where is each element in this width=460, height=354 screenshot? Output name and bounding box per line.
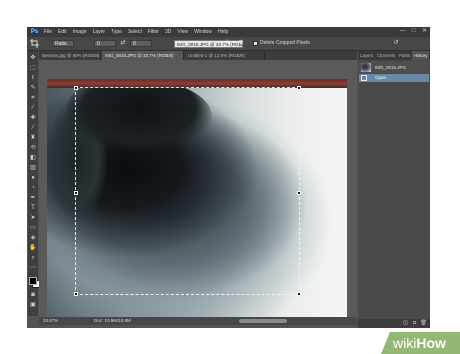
type-tool-icon[interactable]: T	[29, 204, 37, 212]
eraser-tool-icon[interactable]: ◧	[29, 154, 37, 162]
wikihow-logo-part1: wiki	[393, 335, 417, 351]
tab-untitled-1[interactable]: Untitled-1 @ 12.5% (RGB/8)	[185, 51, 265, 60]
more-tools-icon[interactable]: ⋯	[29, 264, 37, 272]
menu-filter[interactable]: Filter	[148, 27, 159, 37]
menu-3d[interactable]: 3D	[165, 27, 171, 37]
zoom-level[interactable]: 33.67%	[43, 317, 58, 325]
menu-items: File Edit Image Layer Type Select Filter…	[44, 27, 228, 37]
menu-image[interactable]: Image	[73, 27, 87, 37]
tab-bennies[interactable]: Bennies.jpg @ 50% (RGB/8)	[39, 51, 101, 60]
crop-handle-bl[interactable]	[74, 292, 78, 296]
tab-channels[interactable]: Channels	[375, 51, 397, 60]
dodge-tool-icon[interactable]: ◔	[29, 184, 37, 192]
foreground-color-swatch[interactable]	[29, 277, 37, 285]
photoshop-window: Ps File Edit Image Layer Type Select Fil…	[27, 27, 430, 328]
history-state-open[interactable]: Open	[359, 74, 429, 82]
document-tooltip: IMG_0015.JPG @ 33.7% (RGB/8)	[174, 40, 243, 48]
shape-tool-icon[interactable]: ▭	[29, 224, 37, 232]
3d-tool-icon[interactable]: ◈	[29, 234, 37, 242]
eyedropper-tool-icon[interactable]: ⁄	[29, 104, 37, 112]
zoom-tool-icon[interactable]: ⌕	[29, 254, 37, 262]
crop-tool-icon[interactable]: ⌗	[29, 94, 37, 102]
clone-stamp-tool-icon[interactable]: ♜	[29, 134, 37, 142]
close-icon[interactable]: ✕	[421, 28, 428, 35]
wikihow-watermark: wikiHow	[381, 332, 460, 354]
panel-tabs: Layers Channels Paths History	[358, 51, 430, 60]
tab-layers[interactable]: Layers	[358, 51, 375, 60]
pen-tool-icon[interactable]: ✒	[29, 194, 37, 202]
photoshop-logo: Ps	[30, 28, 39, 36]
delete-cropped-checkbox[interactable]	[253, 41, 258, 46]
horizontal-scrollbar[interactable]	[239, 319, 287, 323]
grid-overlay-icon[interactable]: #	[223, 39, 231, 48]
tab-img-0015[interactable]: IMG_0015.JPG @ 33.7% (RGB/8)	[102, 51, 184, 60]
gradient-tool-icon[interactable]: ▥	[29, 164, 37, 172]
toolbox: ✥ ⬚ ℓ ✎ ⌗ ⁄ ✚ ⁄ ♜ ⟲ ◧ ▥ ● ◔ ✒ T ➤ ▭ ◈ ✋ …	[28, 51, 40, 316]
maximize-icon[interactable]: □	[410, 28, 417, 35]
screen-mode-icon[interactable]: ▣	[29, 301, 37, 309]
status-bar: 33.67% Doc: 10.9M/10.9M	[39, 317, 357, 325]
crop-tool-preset-icon[interactable]	[30, 39, 42, 48]
crop-handle-ml[interactable]	[74, 191, 78, 195]
crop-handle-tl[interactable]	[74, 86, 78, 90]
delete-cropped-label: Delete Cropped Pixels	[260, 40, 310, 46]
menu-window[interactable]: Window	[194, 27, 212, 37]
new-snapshot-icon[interactable]: ◘	[411, 320, 418, 327]
crop-box[interactable]	[74, 86, 301, 296]
panel-dock: Layers Channels Paths History IMG_0015.J…	[358, 51, 430, 328]
healing-brush-tool-icon[interactable]: ✚	[29, 114, 37, 122]
document-icon	[361, 75, 367, 81]
tab-history[interactable]: History	[412, 51, 430, 60]
window-controls: — □ ✕	[399, 28, 428, 35]
menu-file[interactable]: File	[44, 27, 52, 37]
crop-handle-tr[interactable]	[297, 86, 301, 90]
hand-tool-icon[interactable]: ✋	[29, 244, 37, 252]
snapshot-name: IMG_0015.JPG	[375, 65, 407, 70]
panel-footer: ◫ ◘ 🗑	[358, 319, 430, 328]
path-selection-tool-icon[interactable]: ➤	[29, 214, 37, 222]
menu-view[interactable]: View	[177, 27, 188, 37]
trash-icon[interactable]: 🗑	[420, 320, 427, 327]
marquee-tool-icon[interactable]: ⬚	[29, 64, 37, 72]
ratio-select[interactable]: Ratio	[52, 40, 74, 47]
menu-layer[interactable]: Layer	[93, 27, 106, 37]
wikihow-logo-part2: How	[416, 335, 446, 351]
history-state-label: Open	[375, 75, 387, 80]
menu-type[interactable]: Type	[111, 27, 122, 37]
wikihow-logo: wikiHow	[393, 333, 446, 353]
crop-handle-mr[interactable]	[297, 191, 301, 195]
history-brush-tool-icon[interactable]: ⟲	[29, 144, 37, 152]
menu-edit[interactable]: Edit	[58, 27, 67, 37]
quick-select-tool-icon[interactable]: ✎	[29, 84, 37, 92]
snapshot-thumbnail	[361, 63, 371, 72]
document-photo[interactable]	[47, 79, 347, 317]
menu-help[interactable]: Help	[218, 27, 228, 37]
canvas-area	[39, 60, 357, 317]
swap-icon[interactable]: ⇄	[119, 39, 127, 48]
doc-size: Doc: 10.9M/10.9M	[94, 318, 131, 323]
tab-paths[interactable]: Paths	[397, 51, 412, 60]
history-snapshot[interactable]: IMG_0015.JPG	[359, 62, 429, 73]
new-document-from-state-icon[interactable]: ◫	[402, 320, 409, 327]
minimize-icon[interactable]: —	[399, 28, 406, 35]
document-tabs: Bennies.jpg @ 50% (RGB/8) IMG_0015.JPG @…	[39, 51, 357, 60]
reset-icon[interactable]: ↺	[392, 39, 400, 48]
blur-tool-icon[interactable]: ●	[29, 174, 37, 182]
width-input[interactable]: 0	[94, 40, 116, 47]
menu-bar: Ps File Edit Image Layer Type Select Fil…	[27, 27, 430, 37]
crop-handle-br[interactable]	[297, 292, 301, 296]
menu-select[interactable]: Select	[128, 27, 142, 37]
lasso-tool-icon[interactable]: ℓ	[29, 74, 37, 82]
brush-tool-icon[interactable]: ⁄	[29, 124, 37, 132]
height-input[interactable]: 0	[130, 40, 152, 47]
move-tool-icon[interactable]: ✥	[29, 54, 37, 62]
options-bar: Ratio 0 ⇄ 0 IMG_0015.JPG @ 33.7% (RGB/8)…	[27, 37, 430, 51]
quick-mask-icon[interactable]: ◙	[29, 291, 37, 299]
gear-icon[interactable]: ⚙	[237, 39, 245, 48]
